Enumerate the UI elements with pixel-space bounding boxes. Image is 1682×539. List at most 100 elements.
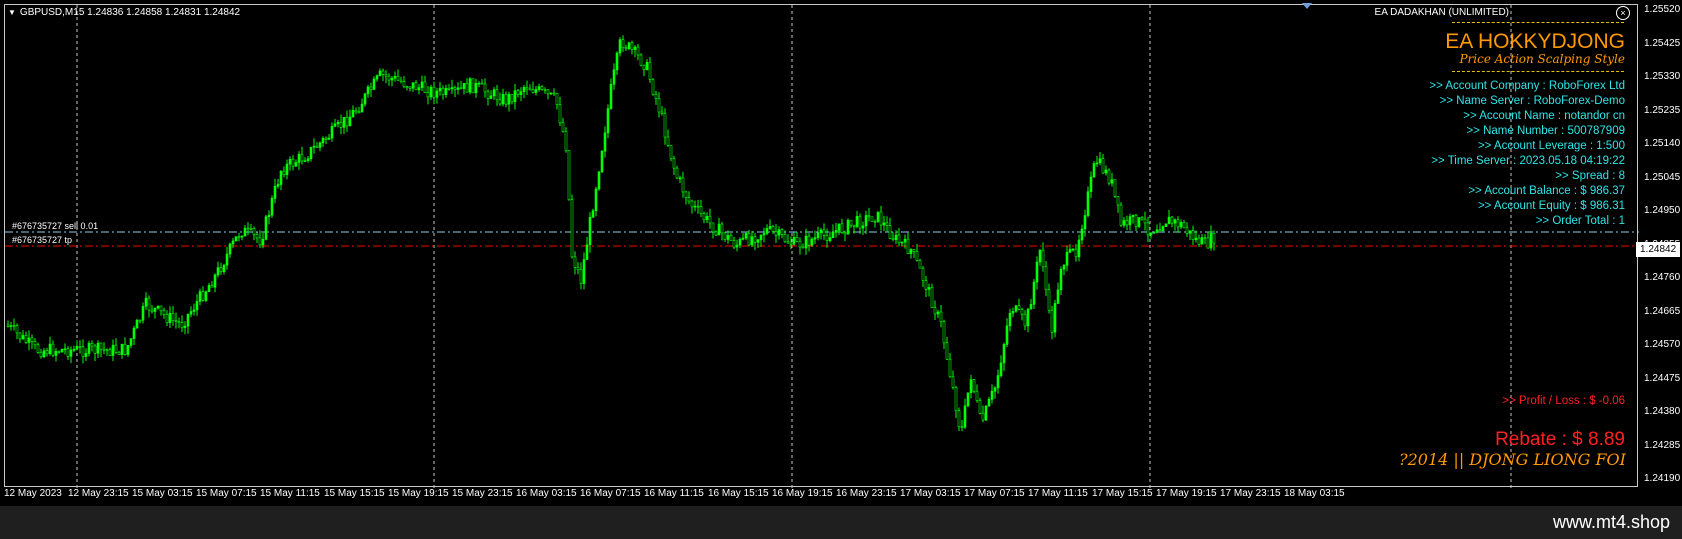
candle-body [645,61,649,70]
time-tick: 17 May 11:15 [1028,488,1088,499]
candle-body [576,267,580,270]
candle-body [336,121,340,125]
candle-body [243,227,247,237]
candle-body [717,223,721,236]
candle-body [1158,229,1162,232]
candle-body [351,110,355,118]
candle-body [6,324,10,327]
candle-body [210,285,214,288]
order-tp-label: #676735727 tp [12,235,73,245]
time-tick: 15 May 23:15 [452,488,513,499]
profit-loss-line: >> Profit / Loss : $ -0.06 [1502,395,1625,407]
candle-body [753,236,757,243]
time-tick: 15 May 19:15 [388,488,449,499]
candle-body [54,351,58,356]
candle-body [438,87,442,92]
candle-body [1149,232,1153,236]
candle-body [366,86,370,95]
candle-body [810,238,814,246]
candle-body [372,78,376,90]
candle-body [321,137,325,144]
candle-body [495,89,499,101]
candle-body [627,42,631,49]
candle-body [750,236,754,246]
candle-body [1209,232,1213,249]
candle-body [87,343,91,354]
candle-body [873,221,877,223]
candle-body [921,267,925,281]
candle-body [1116,196,1120,206]
close-circle-icon[interactable]: × [1616,6,1630,20]
candle-body [186,313,190,327]
price-tick: 1.24760 [1644,272,1681,283]
candle-body [258,237,262,246]
candle-body [267,214,271,218]
candle-body [201,291,205,301]
price-tick: 1.24190 [1644,473,1681,484]
candle-body [852,224,856,227]
price-chart[interactable] [5,5,1639,488]
price-tick: 1.25330 [1644,71,1681,82]
candle-body [999,362,1003,376]
candle-body [150,309,154,312]
candle-body [684,191,688,198]
candle-body [792,237,796,245]
ea-info-line: >> Account Balance : $ 986.37 [1468,185,1625,197]
candle-body [492,89,496,97]
candle-body [1101,158,1105,174]
candle-body [1035,261,1039,283]
candle-body [942,321,946,344]
candle-body [777,229,781,236]
candle-body [420,81,424,88]
candle-body [1134,214,1138,227]
ea-info-line: >> Account Name : notandor cn [1463,110,1625,122]
candle-body [648,61,652,80]
candle-body [447,87,451,90]
candle-body [396,75,400,81]
candle-body [222,264,226,273]
ea-info-line: >> Account Equity : $ 986.31 [1477,200,1625,212]
candle-body [726,235,730,240]
candle-body [876,211,880,222]
candle-body [27,337,31,343]
candle-body [723,232,727,240]
time-tick: 17 May 23:15 [1220,488,1281,499]
candle-body [600,150,604,173]
candle-body [159,305,163,312]
time-tick: 16 May 11:15 [644,488,704,499]
candle-body [1125,220,1129,226]
candle-body [48,343,52,355]
ea-tagline: Price Action Scalping Style [1459,52,1625,66]
candle-body [363,93,367,105]
chart-shift-marker-icon[interactable] [1302,3,1312,9]
candle-body [1047,289,1051,311]
candle-body [858,215,862,229]
candle-body [849,219,853,226]
candle-body [768,226,772,229]
candle-body [282,170,286,175]
candle-body [597,171,601,190]
candle-body [705,215,709,221]
candle-body [426,92,430,98]
chart-area[interactable] [4,4,1639,488]
candle-body [9,325,13,327]
time-tick: 16 May 19:15 [772,488,833,499]
candle-body [114,344,118,353]
candle-body [1032,281,1036,305]
dropdown-triangle-icon[interactable]: ▼ [8,8,16,17]
candle-body [966,392,970,407]
candle-body [429,86,433,98]
candle-body [252,228,256,235]
candle-body [801,246,805,249]
candle-body [195,301,199,311]
candle-body [1152,232,1156,234]
candle-body [525,87,529,90]
candle-body [1053,303,1057,333]
candle-body [729,235,733,241]
candle-body [1167,216,1171,225]
candle-body [474,83,478,94]
candle-body [903,238,907,243]
candle-body [828,237,832,241]
candle-body [936,311,940,315]
candle-body [762,233,766,236]
